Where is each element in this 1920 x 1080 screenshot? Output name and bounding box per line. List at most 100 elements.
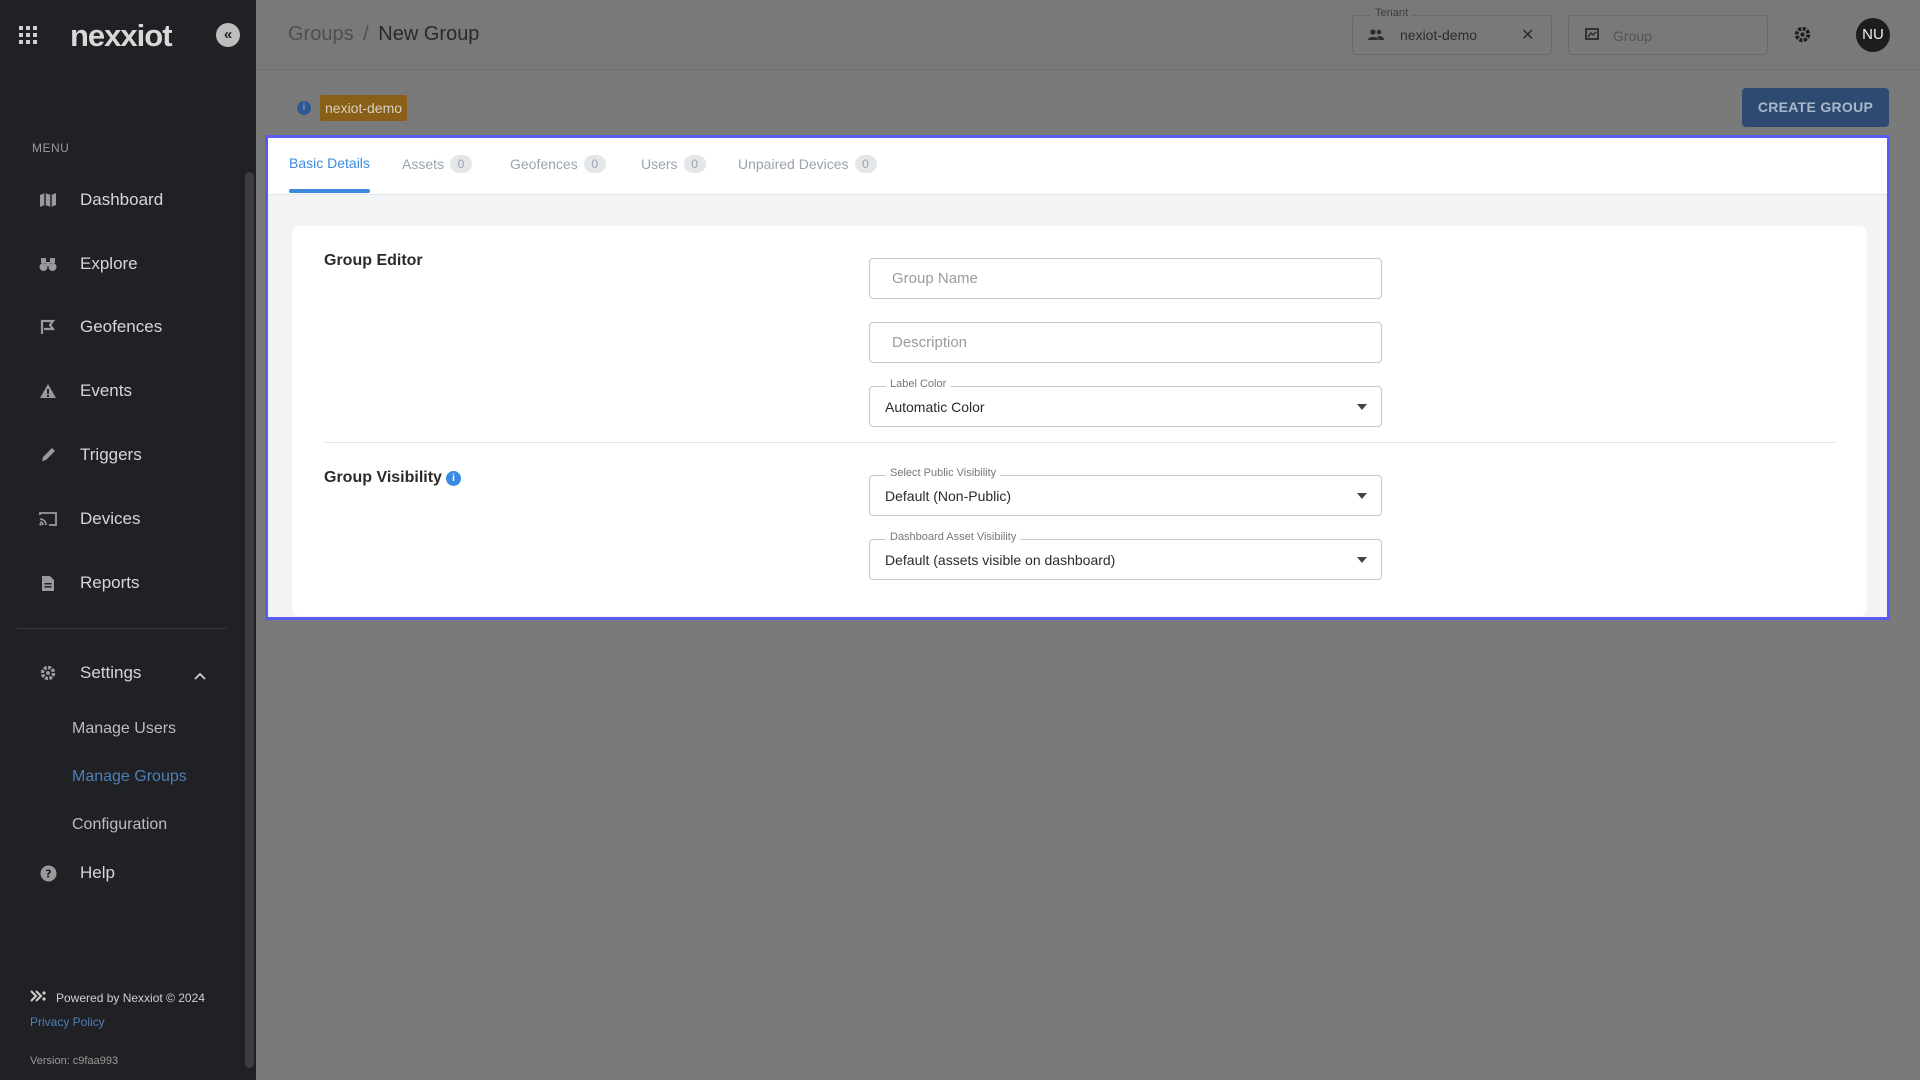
dropdown-arrow-icon — [1357, 557, 1367, 563]
sidebar-item-label: Events — [80, 381, 132, 400]
group-editor-title: Group Editor — [324, 252, 423, 269]
label-color-legend: Label Color — [886, 378, 951, 390]
group-selector[interactable]: Group — [1568, 15, 1768, 55]
tab-basic-details[interactable]: Basic Details — [289, 155, 370, 171]
dropdown-arrow-icon — [1357, 404, 1367, 410]
tab-geofences[interactable]: Geofences 0 — [510, 155, 606, 173]
tab-unpaired-devices[interactable]: Unpaired Devices 0 — [738, 155, 877, 173]
group-name-input[interactable]: Group Name — [869, 258, 1382, 299]
help-circle-icon: ? — [38, 863, 58, 883]
cast-device-icon — [38, 509, 58, 529]
dashboard-visibility-legend: Dashboard Asset Visibility — [886, 531, 1021, 543]
group-visibility-heading: Group Visibility i — [324, 469, 461, 487]
report-document-icon — [38, 573, 58, 593]
sidebar-scrollbar[interactable] — [245, 172, 254, 1068]
sidebar-item-settings[interactable]: Settings — [0, 649, 240, 697]
dashboard-map-icon — [38, 190, 58, 210]
group-form-panel: Basic Details Assets 0 Geofences 0 Users… — [265, 135, 1890, 620]
tab-count-badge: 0 — [583, 155, 606, 173]
svg-text:?: ? — [45, 867, 51, 880]
tab-users[interactable]: Users 0 — [641, 155, 706, 173]
dashboard-visibility-select[interactable]: Dashboard Asset Visibility Default (asse… — [869, 531, 1382, 580]
clear-tenant-icon[interactable]: ✕ — [1521, 25, 1534, 45]
gear-icon — [38, 663, 58, 683]
public-visibility-legend: Select Public Visibility — [886, 467, 1001, 479]
breadcrumb-groups-link[interactable]: Groups — [288, 23, 354, 45]
tab-label: Unpaired Devices — [738, 156, 849, 172]
label-color-value: Automatic Color — [885, 399, 985, 415]
sidebar-item-reports[interactable]: Reports — [0, 559, 240, 607]
sidebar-item-triggers[interactable]: Triggers — [0, 431, 240, 479]
info-icon[interactable]: i — [297, 101, 311, 115]
privacy-policy-link[interactable]: Privacy Policy — [30, 1015, 105, 1029]
user-avatar[interactable]: NU — [1856, 18, 1890, 52]
tab-label: Basic Details — [289, 155, 370, 171]
pencil-icon — [38, 445, 58, 465]
public-visibility-select[interactable]: Select Public Visibility Default (Non-Pu… — [869, 467, 1382, 516]
tab-count-badge: 0 — [854, 155, 877, 173]
tenant-label: Tenant — [1371, 7, 1413, 19]
breadcrumb-separator: / — [363, 23, 369, 45]
powered-by: Powered by Nexxiot © 2024 — [30, 990, 205, 1005]
tab-count-badge: 0 — [683, 155, 706, 173]
nexxiot-mark-icon — [30, 990, 48, 1005]
settings-gear-icon[interactable] — [1793, 25, 1812, 49]
sidebar-item-label: Devices — [80, 509, 141, 528]
tenant-selector[interactable]: Tenant nexiot-demo ✕ — [1352, 7, 1552, 55]
sidebar-item-explore[interactable]: Explore — [0, 240, 240, 288]
tab-assets[interactable]: Assets 0 — [402, 155, 473, 173]
apps-grid-icon[interactable] — [19, 26, 37, 44]
collapse-sidebar-button[interactable]: « — [216, 23, 240, 47]
create-group-button[interactable]: CREATE GROUP — [1742, 88, 1889, 127]
top-bar: Groups / New Group Tenant nexiot-demo ✕ … — [256, 0, 1920, 70]
page-title: New Group — [378, 23, 480, 45]
chevron-up-icon[interactable] — [194, 667, 206, 680]
description-input[interactable]: Description — [869, 322, 1382, 363]
version-text: Version: c9faa993 — [30, 1055, 119, 1067]
group-name-placeholder: Group Name — [892, 270, 978, 287]
people-icon — [1368, 28, 1384, 46]
powered-by-text: Powered by Nexxiot © 2024 — [56, 990, 205, 1005]
sidebar-subitem-manage-users[interactable]: Manage Users — [72, 720, 176, 738]
tab-label: Geofences — [510, 156, 578, 172]
sidebar-header: nexxiot « — [0, 0, 256, 70]
sidebar-item-label: Geofences — [80, 317, 163, 336]
group-visibility-title: Group Visibility — [324, 469, 442, 486]
double-chevron-left-icon: « — [223, 26, 233, 43]
geofence-flag-icon — [38, 317, 58, 337]
sidebar-item-dashboard[interactable]: Dashboard — [0, 176, 240, 224]
tenant-value: nexiot-demo — [1400, 27, 1478, 43]
sidebar: nexxiot « MENU Dashboard Explore Geofenc… — [0, 0, 256, 1080]
section-divider — [324, 442, 1835, 443]
sidebar-item-geofences[interactable]: Geofences — [0, 303, 240, 351]
sidebar-item-help[interactable]: ? Help — [0, 849, 240, 897]
breadcrumb: Groups / New Group — [288, 23, 479, 46]
description-placeholder: Description — [892, 334, 968, 351]
label-color-select[interactable]: Label Color Automatic Color — [869, 378, 1382, 427]
dropdown-arrow-icon — [1357, 493, 1367, 499]
warning-triangle-icon — [38, 381, 58, 401]
sidebar-item-devices[interactable]: Devices — [0, 495, 240, 543]
sidebar-item-label: Triggers — [80, 445, 142, 464]
public-visibility-value: Default (Non-Public) — [885, 488, 1012, 504]
tab-bar: Basic Details Assets 0 Geofences 0 Users… — [268, 138, 1887, 195]
tab-label: Assets — [402, 156, 445, 172]
sidebar-subitem-configuration[interactable]: Configuration — [72, 816, 167, 834]
brand-logo: nexxiot — [70, 18, 173, 53]
sidebar-divider — [17, 628, 227, 629]
group-placeholder: Group — [1613, 28, 1652, 44]
tab-count-badge: 0 — [450, 155, 473, 173]
sidebar-item-label: Settings — [80, 663, 142, 682]
form-card: Group Editor Group Name Description Labe… — [292, 226, 1867, 616]
sidebar-item-label: Reports — [80, 573, 140, 592]
tab-label: Users — [641, 156, 678, 172]
dashboard-visibility-value: Default (assets visible on dashboard) — [885, 552, 1116, 568]
visibility-info-icon[interactable]: i — [445, 471, 461, 486]
sidebar-subitem-manage-groups[interactable]: Manage Groups — [72, 768, 187, 786]
menu-label: MENU — [32, 141, 70, 155]
sidebar-item-events[interactable]: Events — [0, 367, 240, 415]
group-select-icon — [1585, 28, 1599, 46]
sidebar-item-label: Dashboard — [80, 190, 164, 209]
binoculars-icon — [38, 254, 58, 274]
active-tab-indicator — [289, 189, 370, 193]
